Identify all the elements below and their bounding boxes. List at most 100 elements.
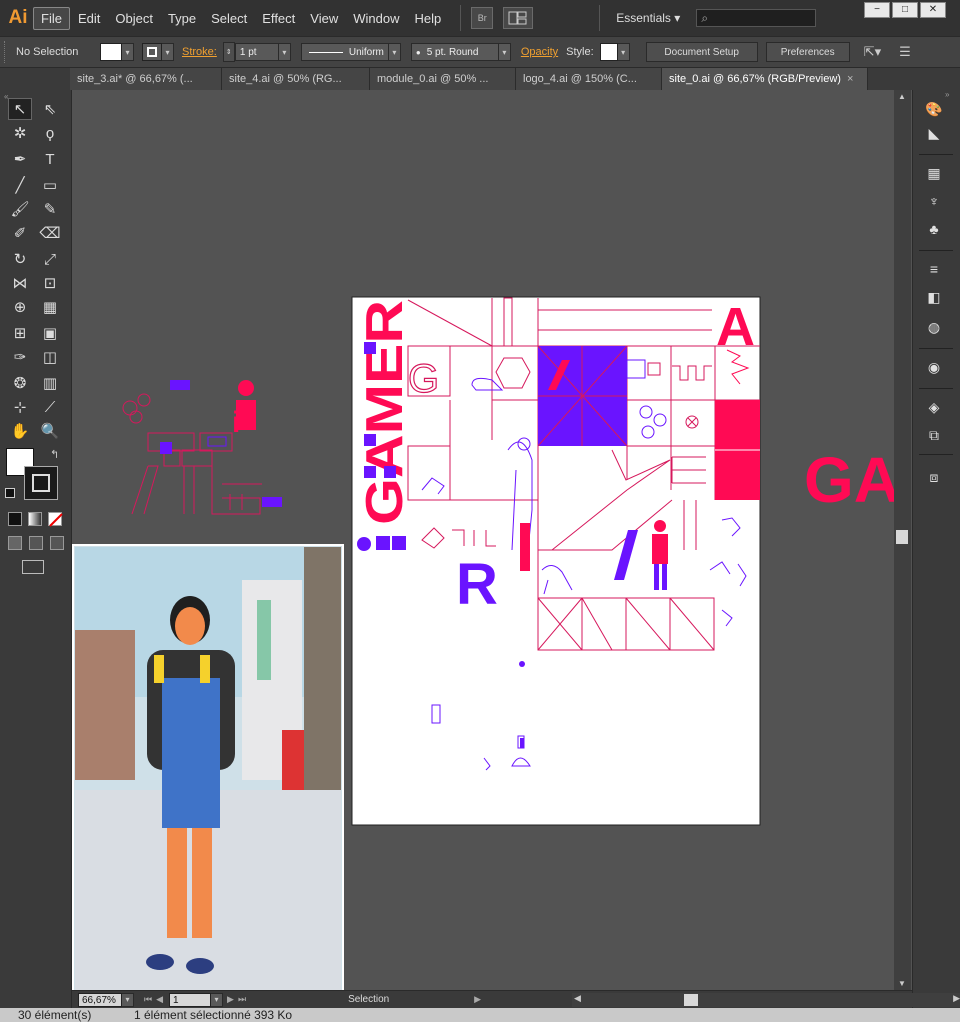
first-artboard-icon[interactable]: ⏮	[144, 994, 152, 1005]
expand-dock-icon[interactable]: »	[945, 90, 949, 99]
transparency-panel-icon[interactable]: ◍	[923, 316, 945, 338]
brush-dropdown[interactable]: ▾	[498, 43, 511, 61]
next-artboard-icon[interactable]: ▶	[227, 994, 234, 1005]
none-mode-icon[interactable]	[48, 512, 63, 527]
minimize-button[interactable]: −	[864, 2, 890, 18]
hand-tool-icon[interactable]: ✋	[8, 420, 32, 442]
artboard-tool-icon[interactable]: ⊹	[8, 396, 32, 418]
stroke-weight-input[interactable]: 1 pt	[234, 43, 279, 61]
mesh-tool-icon[interactable]: ⊞	[8, 322, 32, 344]
rotate-tool-icon[interactable]: ↻	[8, 248, 32, 270]
placed-illustration[interactable]	[72, 544, 344, 990]
shape-builder-tool-icon[interactable]: ⊕	[8, 296, 32, 318]
stroke-dropdown[interactable]: ▾	[162, 43, 174, 61]
tab-site-0[interactable]: site_0.ai @ 66,67% (RGB/Preview) ×	[662, 68, 868, 90]
search-input[interactable]: ⌕	[696, 9, 817, 27]
close-tab-icon[interactable]: ×	[847, 73, 853, 85]
menu-object[interactable]: Object	[108, 8, 160, 29]
swap-colors-icon[interactable]: ↰	[50, 448, 59, 461]
graph-tool-icon[interactable]: ▥	[38, 372, 62, 394]
perspective-grid-tool-icon[interactable]: ▦	[38, 296, 62, 318]
document-setup-button[interactable]: Document Setup	[645, 42, 758, 62]
default-colors-icon[interactable]	[5, 488, 15, 498]
tab-site-3[interactable]: site_3.ai* @ 66,67% (...	[70, 68, 222, 90]
selection-tool-icon[interactable]: ↖	[8, 98, 32, 120]
eyedropper-tool-icon[interactable]: ✑	[8, 346, 32, 368]
lasso-tool-icon[interactable]: ϙ	[38, 122, 62, 144]
panel-menu-icon[interactable]: ☰	[899, 44, 911, 60]
blend-tool-icon[interactable]: ◫	[38, 346, 62, 368]
brush-definition[interactable]: ● 5 pt. Round	[410, 43, 499, 61]
tab-module-0[interactable]: module_0.ai @ 50% ...	[370, 68, 516, 90]
gradient-mode-icon[interactable]	[28, 512, 42, 526]
draw-behind-icon[interactable]	[29, 536, 43, 550]
color-panel-icon[interactable]: 🎨	[923, 98, 945, 120]
menu-effect[interactable]: Effect	[255, 8, 302, 29]
arrange-documents-button[interactable]	[503, 7, 534, 29]
menu-window[interactable]: Window	[346, 8, 406, 29]
menu-edit[interactable]: Edit	[71, 8, 107, 29]
zoom-tool-icon[interactable]: 🔍	[38, 420, 62, 442]
variable-width-profile[interactable]: Uniform	[300, 43, 389, 61]
free-transform-tool-icon[interactable]: ⊡	[38, 272, 62, 294]
horizontal-scrollbar[interactable]: ◀ ▶	[572, 993, 960, 1007]
style-swatch[interactable]	[599, 43, 618, 61]
style-dropdown[interactable]: ▾	[617, 43, 630, 61]
rectangle-tool-icon[interactable]: ▭	[38, 174, 62, 196]
pen-tool-icon[interactable]: ✒	[8, 148, 32, 170]
slice-tool-icon[interactable]: ⟋	[38, 396, 62, 418]
maximize-button[interactable]: □	[892, 2, 918, 18]
menu-type[interactable]: Type	[161, 8, 203, 29]
type-tool-icon[interactable]: T	[38, 148, 62, 170]
workspace-switcher[interactable]: Essentials ▾	[616, 11, 680, 25]
menu-file[interactable]: File	[33, 6, 70, 30]
draw-inside-icon[interactable]	[50, 536, 64, 550]
tab-site-4[interactable]: site_4.ai @ 50% (RG...	[222, 68, 370, 90]
stroke-weight-dropdown[interactable]: ▾	[278, 43, 291, 61]
panel-grip[interactable]	[4, 41, 8, 63]
line-tool-icon[interactable]: ╱	[8, 174, 32, 196]
fill-swatch[interactable]	[100, 43, 122, 61]
scale-tool-icon[interactable]: ⤢	[38, 248, 62, 270]
artboards-panel-icon[interactable]: ⧉	[923, 424, 945, 446]
stroke-panel-icon[interactable]: ≡	[923, 258, 945, 280]
zoom-input[interactable]: 66,67%	[78, 992, 122, 1007]
stroke-stepper[interactable]: ⇕	[222, 42, 235, 62]
width-tool-icon[interactable]: ⋈	[8, 272, 32, 294]
color-guide-icon[interactable]: ◣	[923, 122, 945, 144]
preferences-button[interactable]: Preferences	[765, 42, 850, 62]
appearance-panel-icon[interactable]: ◉	[923, 356, 945, 378]
scroll-up-icon[interactable]: ▲	[898, 92, 906, 101]
tab-logo-4[interactable]: logo_4.ai @ 150% (C...	[516, 68, 662, 90]
layers-panel-icon[interactable]: ◈	[923, 396, 945, 418]
artboard-number-input[interactable]: 1	[169, 992, 212, 1007]
profile-dropdown[interactable]: ▾	[388, 43, 401, 61]
gradient-panel-icon[interactable]: ◧	[923, 286, 945, 308]
blob-brush-tool-icon[interactable]: ✐	[8, 222, 32, 244]
scroll-right-icon[interactable]: ▶	[953, 993, 960, 1004]
menu-help[interactable]: Help	[407, 8, 448, 29]
scroll-down-icon[interactable]: ▼	[898, 979, 906, 988]
brushes-panel-icon[interactable]: ♆	[923, 190, 945, 212]
magic-wand-tool-icon[interactable]: ✲	[8, 122, 32, 144]
stroke-color-box[interactable]	[24, 466, 58, 500]
canvas-area[interactable]: i GAMER A G R GA	[72, 90, 894, 990]
close-button[interactable]: ✕	[920, 2, 946, 18]
paintbrush-tool-icon[interactable]: 🖌	[8, 198, 32, 220]
last-artboard-icon[interactable]: ⏭	[238, 994, 246, 1005]
pencil-tool-icon[interactable]: ✎	[38, 198, 62, 220]
symbol-sprayer-tool-icon[interactable]: ❂	[8, 372, 32, 394]
horizontal-scroll-thumb[interactable]	[684, 994, 698, 1006]
eraser-tool-icon[interactable]: ⌫	[38, 222, 62, 244]
status-menu-icon[interactable]: ▶	[474, 994, 481, 1005]
screen-mode-icon[interactable]	[22, 560, 44, 574]
vertical-scroll-thumb[interactable]	[896, 530, 908, 544]
stroke-link[interactable]: Stroke:	[182, 46, 217, 58]
direct-selection-tool-icon[interactable]: ⇖	[38, 98, 62, 120]
draw-normal-icon[interactable]	[8, 536, 22, 550]
opacity-link[interactable]: Opacity	[521, 46, 558, 58]
previous-artboard-icon[interactable]: ◀	[156, 994, 163, 1005]
gradient-tool-icon[interactable]: ▣	[38, 322, 62, 344]
menu-select[interactable]: Select	[204, 8, 254, 29]
swatches-panel-icon[interactable]: ▦	[923, 162, 945, 184]
